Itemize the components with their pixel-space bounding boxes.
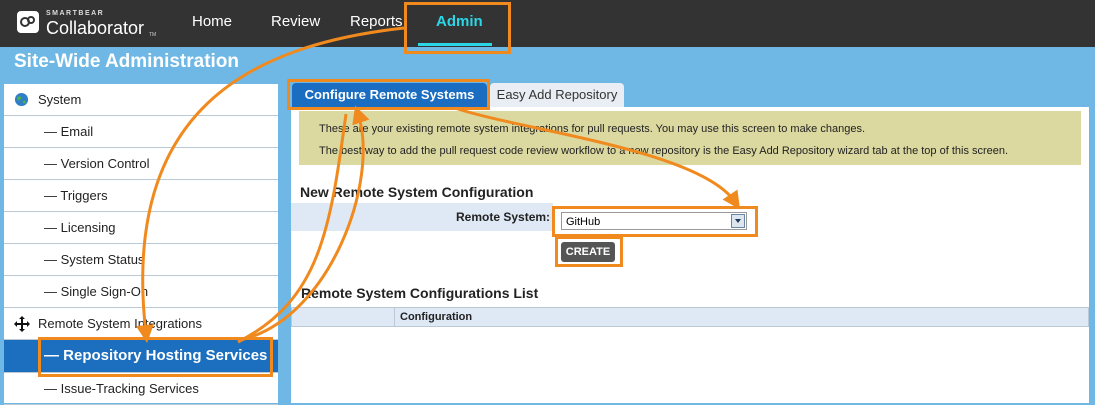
callout-arrows [136, 26, 741, 344]
arrow-sidebar-to-tab [239, 105, 370, 342]
arrow-admin-to-sidebar [136, 26, 405, 343]
arrow-tab-to-select [454, 106, 741, 210]
arrow-sidebar-to-tab-2 [237, 113, 348, 344]
